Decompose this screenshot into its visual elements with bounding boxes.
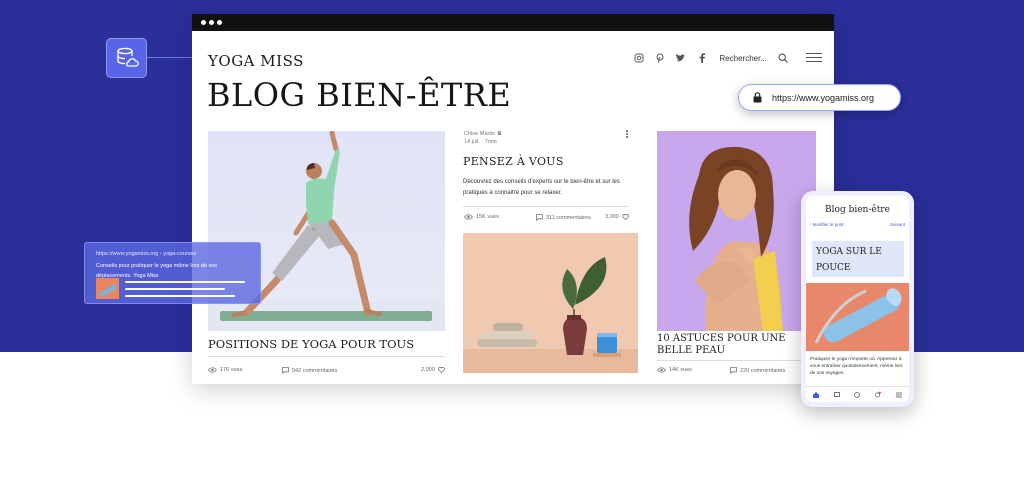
window-dot	[217, 20, 222, 25]
likes-label: 2,000	[421, 367, 435, 373]
post-excerpt: Découvrez des conseils d'experts sur le …	[463, 179, 620, 196]
hamburger-menu-icon[interactable]	[806, 53, 822, 63]
search-label[interactable]: Rechercher...	[719, 54, 767, 63]
crown-icon: ♛	[496, 131, 503, 137]
views-count: 15K vues	[464, 214, 499, 220]
next-link[interactable]: Suivant	[890, 222, 905, 227]
vase-illustration	[463, 257, 638, 373]
phone-post-title[interactable]: YOGA SUR LE POUCE	[812, 241, 904, 277]
window-dot	[209, 20, 214, 25]
heart-icon	[437, 367, 445, 373]
views-count: 176 vues	[208, 367, 242, 373]
post-date: 14 juil. · 7min	[464, 139, 497, 145]
pinterest-icon[interactable]	[654, 53, 665, 64]
comments-count: 220 commentaires	[730, 367, 785, 374]
author-name[interactable]: Chloe Martin	[464, 131, 495, 137]
post-title[interactable]: PENSEZ À VOUS	[463, 155, 564, 168]
url-text: https://www.yogamiss.org	[772, 92, 875, 103]
views-label: 15K vues	[476, 214, 499, 220]
author-info: Chloe Martin ♛ 14 juil. · 7min	[464, 130, 502, 146]
more-options-icon[interactable]	[626, 130, 630, 140]
likes-label: 3,000	[605, 214, 619, 220]
divider	[208, 356, 445, 357]
yoga-mat-illustration	[814, 288, 902, 344]
post-title[interactable]: 10 ASTUCES POUR UNE BELLE PEAU	[657, 333, 797, 357]
phone-top-bar: ‹ Modifier le post Suivant	[806, 221, 909, 229]
comments-count: 311 commentaires	[536, 214, 591, 221]
views-label: 14K vues	[669, 367, 692, 373]
woman-illustration	[689, 146, 783, 331]
site-name[interactable]: YOGA MISS	[208, 52, 304, 70]
chat-icon[interactable]	[833, 391, 840, 398]
explore-icon[interactable]	[854, 391, 861, 398]
comments-label: 311 commentaires	[546, 214, 591, 221]
header-actions: Rechercher...	[633, 50, 822, 66]
comments-count: 542 commentaires	[282, 367, 337, 374]
database-badge	[106, 38, 147, 78]
comment-icon	[730, 367, 737, 374]
facebook-icon[interactable]	[696, 53, 707, 64]
divider	[463, 206, 629, 207]
phone-blog-title: Blog bien-être	[825, 205, 890, 215]
heart-icon	[621, 214, 629, 220]
eye-icon	[657, 367, 666, 373]
portrait-image[interactable]	[657, 131, 816, 331]
comment-icon	[282, 367, 289, 374]
phone-bottom-nav	[806, 386, 909, 402]
search-result-snippet: https://www.yogamiss.org › yoga-courses …	[84, 242, 261, 304]
menu-icon[interactable]	[895, 392, 902, 398]
twitter-icon[interactable]	[675, 53, 686, 64]
eye-icon	[208, 367, 217, 373]
blog-title: BLOG BIEN-ÊTRE	[207, 76, 512, 114]
vase-still-life-image[interactable]	[463, 233, 638, 373]
eye-icon	[464, 214, 473, 220]
snippet-url[interactable]: https://www.yogamiss.org › yoga-courses	[96, 251, 196, 257]
comment-icon	[536, 214, 543, 221]
browser-title-bar	[192, 14, 834, 31]
edit-post-link[interactable]: ‹ Modifier le post	[810, 222, 843, 227]
url-pill[interactable]: https://www.yogamiss.org	[738, 84, 901, 111]
browser-window: YOGA MISS BLOG BIEN-ÊTRE Rechercher... P…	[192, 14, 834, 384]
connector-line	[147, 57, 193, 58]
database-cloud-icon	[116, 47, 139, 67]
phone-post-text: Pratiquez le yoga n'importe où. Apprenez…	[810, 357, 903, 376]
search-icon[interactable]	[777, 53, 788, 64]
likes-count[interactable]: 3,000	[605, 214, 629, 220]
snippet-thumbnail	[96, 278, 119, 299]
window-dot	[201, 20, 206, 25]
notifications-icon[interactable]	[875, 391, 881, 398]
comments-label: 542 commentaires	[292, 367, 338, 374]
views-label: 176 vues	[220, 367, 243, 373]
home-icon[interactable]	[813, 391, 820, 398]
instagram-icon[interactable]	[633, 53, 644, 64]
comments-label: 220 commentaires	[740, 367, 786, 374]
phone-post-image	[806, 283, 909, 351]
lock-icon	[753, 92, 762, 103]
likes-count[interactable]: 2,000	[421, 367, 445, 373]
divider	[657, 360, 802, 361]
views-count: 14K vues	[657, 367, 692, 373]
mobile-preview: Blog bien-être ‹ Modifier le post Suivan…	[801, 191, 914, 407]
post-title[interactable]: POSITIONS DE YOGA POUR TOUS	[208, 337, 414, 351]
